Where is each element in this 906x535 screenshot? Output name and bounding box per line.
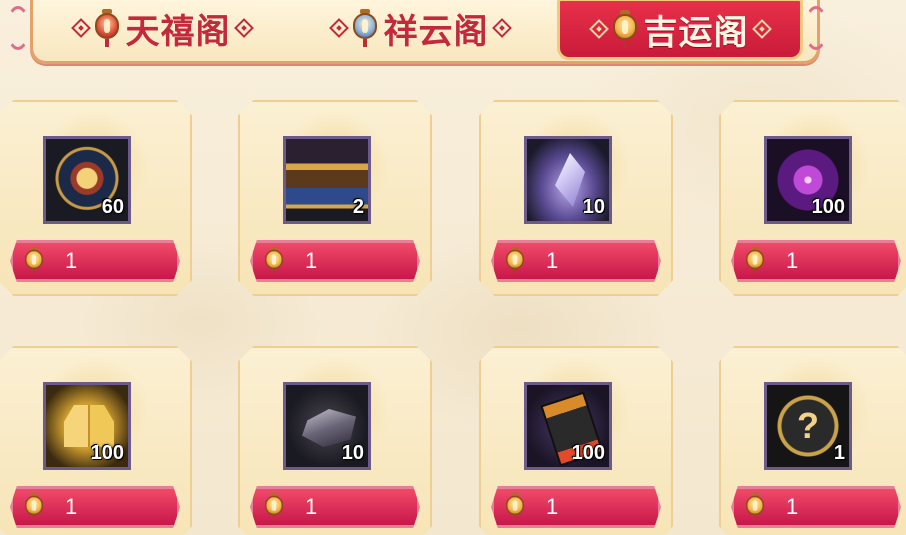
item-slot[interactable]: 2 — [283, 136, 371, 224]
tab-bar: 天禧阁 祥云阁 吉运阁 — [30, 0, 820, 64]
item-slot[interactable]: 10 — [524, 136, 612, 224]
shop-item-card[interactable]: 100 1 — [0, 346, 192, 535]
left-ornament-icon — [6, 6, 30, 50]
blue-lantern-icon — [352, 9, 378, 47]
item-count: 100 — [90, 442, 124, 464]
lantern-currency-icon — [264, 492, 284, 522]
item-count: 2 — [352, 196, 364, 218]
buy-button[interactable]: 1 — [250, 240, 420, 282]
tab-xiangyunge[interactable]: 祥云阁 — [305, 0, 535, 56]
item-price: 1 — [65, 248, 78, 273]
shop-item-card[interactable]: 100 1 — [719, 100, 906, 300]
lantern-currency-icon — [505, 492, 525, 522]
shop-item-card[interactable]: 100 1 — [479, 346, 673, 535]
diamond-ornament-icon — [588, 19, 609, 39]
item-price: 1 — [786, 248, 799, 273]
item-price: 1 — [546, 248, 559, 273]
shop-item-card[interactable]: 10 1 — [479, 100, 673, 300]
buy-button[interactable]: 1 — [731, 240, 901, 282]
item-slot[interactable]: 10 — [283, 382, 371, 470]
red-lantern-icon — [94, 9, 120, 47]
item-slot[interactable]: 100 — [43, 382, 131, 470]
tab-label: 天禧阁 — [125, 11, 231, 52]
buy-button[interactable]: 1 — [10, 486, 180, 528]
item-price: 1 — [786, 494, 799, 519]
item-slot[interactable]: ? 1 — [764, 382, 852, 470]
tab-label: 吉运阁 — [643, 12, 749, 53]
lantern-currency-icon — [505, 246, 525, 276]
lantern-currency-icon — [24, 492, 44, 522]
shop-item-card[interactable]: ? 1 1 — [719, 346, 906, 535]
buy-button[interactable]: 1 — [731, 486, 901, 528]
tab-jiyunge[interactable]: 吉运阁 — [557, 0, 803, 60]
item-slot[interactable]: 100 — [524, 382, 612, 470]
right-ornament-icon — [804, 6, 828, 50]
diamond-ornament-icon — [233, 18, 254, 38]
tab-label: 祥云阁 — [383, 11, 489, 52]
lantern-currency-icon — [24, 246, 44, 276]
item-count: 10 — [582, 196, 605, 218]
shop-item-card[interactable]: 60 1 — [0, 100, 192, 300]
lantern-currency-icon — [264, 246, 284, 276]
item-slot[interactable]: 60 — [43, 136, 131, 224]
buy-button[interactable]: 1 — [491, 240, 661, 282]
item-count: 100 — [571, 442, 605, 464]
diamond-ornament-icon — [328, 18, 349, 38]
shop-item-card[interactable]: 2 1 — [238, 100, 432, 300]
tab-tianxige[interactable]: 天禧阁 — [47, 0, 277, 56]
diamond-ornament-icon — [751, 19, 772, 39]
diamond-ornament-icon — [491, 18, 512, 38]
item-price: 1 — [546, 494, 559, 519]
lantern-currency-icon — [745, 246, 765, 276]
item-price: 1 — [305, 248, 318, 273]
item-price: 1 — [65, 494, 78, 519]
diamond-ornament-icon — [70, 18, 91, 38]
item-slot[interactable]: 100 — [764, 136, 852, 224]
shop-item-card[interactable]: 10 1 — [238, 346, 432, 535]
gold-lantern-icon — [612, 10, 638, 48]
buy-button[interactable]: 1 — [10, 240, 180, 282]
item-price: 1 — [305, 494, 318, 519]
buy-button[interactable]: 1 — [250, 486, 420, 528]
item-count: 100 — [811, 196, 845, 218]
buy-button[interactable]: 1 — [491, 486, 661, 528]
item-count: 1 — [833, 442, 845, 464]
item-count: 10 — [341, 442, 364, 464]
lantern-currency-icon — [745, 492, 765, 522]
item-count: 60 — [101, 196, 124, 218]
